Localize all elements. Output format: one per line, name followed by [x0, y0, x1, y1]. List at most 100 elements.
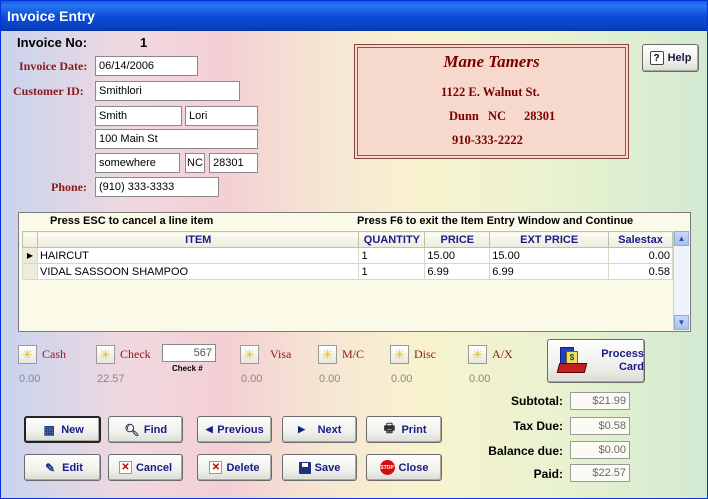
printer-icon: 🖶︎ [383, 421, 396, 435]
scroll-down-icon[interactable]: ▼ [674, 315, 689, 330]
subtotal-field: $21.99 [570, 392, 630, 410]
row-selector-header [22, 231, 38, 248]
table-header-row: ITEM QUANTITY PRICE EXT PRICE Salestax [22, 231, 673, 248]
invoice-date-field[interactable]: 06/14/2006 [95, 56, 198, 76]
shop-zip: 28301 [524, 109, 556, 123]
hint-f6: Press F6 to exit the Item Entry Window a… [357, 215, 634, 227]
cell-price[interactable]: 6.99 [424, 263, 491, 280]
mc-checkbox[interactable]: ✳ [318, 345, 337, 364]
ax-label: A/X [492, 347, 513, 361]
star-icon: ✳ [244, 346, 255, 362]
item-grid[interactable]: Press ESC to cancel a line item Press F6… [18, 212, 691, 332]
delete-label: Delete [226, 461, 260, 474]
table-row[interactable]: ▶ HAIRCUT 1 15.00 15.00 0.00 [22, 247, 673, 264]
help-button[interactable]: ? Help [642, 44, 699, 72]
check-number-label: Check # [172, 364, 203, 373]
cell-ext-price[interactable]: 6.99 [489, 263, 610, 280]
star-icon: ✳ [472, 346, 483, 362]
cash-checkbox[interactable]: ✳ [18, 345, 37, 364]
new-record-icon: ▦ [43, 422, 55, 437]
row-selector[interactable] [22, 263, 38, 280]
balance-due-label: Balance due: [488, 444, 563, 458]
cell-salestax[interactable]: 0.58 [608, 263, 673, 280]
print-button[interactable]: 🖶︎ Print [366, 416, 442, 443]
edit-button[interactable]: ✎ Edit [24, 454, 101, 481]
zip-field[interactable]: 28301 [209, 153, 258, 173]
star-icon: ✳ [22, 346, 33, 362]
save-label: Save [314, 461, 341, 474]
process-label: Process [601, 348, 644, 360]
column-header-quantity[interactable]: QUANTITY [358, 231, 426, 248]
shop-info-panel: Mane Tamers 1122 E. Walnut St. Dunn NC 2… [354, 44, 629, 159]
phone-field[interactable]: (910) 333-3333 [95, 177, 219, 197]
previous-label: Previous [217, 423, 264, 436]
star-icon: ✳ [394, 346, 405, 362]
mc-label: M/C [342, 347, 365, 361]
hint-escape: Press ESC to cancel a line item [50, 215, 214, 227]
save-icon [298, 461, 311, 474]
print-label: Print [401, 423, 427, 436]
first-name-field[interactable]: Lori [185, 106, 258, 126]
item-table[interactable]: ITEM QUANTITY PRICE EXT PRICE Salestax ▶… [22, 231, 673, 280]
column-header-item[interactable]: ITEM [36, 231, 360, 248]
cell-price[interactable]: 15.00 [424, 247, 491, 264]
paid-label: Paid: [533, 467, 563, 481]
delete-icon: ✕ [209, 461, 223, 474]
last-name-field[interactable]: Smith [95, 106, 182, 126]
balance-due-field: $0.00 [570, 441, 630, 459]
tax-due-label: Tax Due: [513, 419, 563, 433]
credit-card-icon: $ [556, 345, 588, 377]
state-field[interactable]: NC [185, 153, 205, 173]
disc-amount: 0.00 [391, 373, 413, 385]
visa-checkbox[interactable]: ✳ [240, 345, 259, 364]
ax-checkbox[interactable]: ✳ [468, 345, 487, 364]
close-button[interactable]: STOP Close [366, 454, 442, 481]
check-amount: 22.57 [97, 373, 125, 385]
mc-amount: 0.00 [319, 373, 341, 385]
previous-button[interactable]: ◀ Previous [197, 416, 272, 443]
disc-checkbox[interactable]: ✳ [390, 345, 409, 364]
window-title: Invoice Entry [1, 1, 707, 31]
cell-quantity[interactable]: 1 [358, 247, 426, 264]
grid-vertical-scrollbar[interactable]: ▲ ▼ [673, 231, 689, 330]
cell-quantity[interactable]: 1 [358, 263, 426, 280]
column-header-salestax[interactable]: Salestax [608, 231, 673, 248]
subtotal-label: Subtotal: [511, 394, 563, 408]
visa-label: Visa [270, 347, 292, 361]
find-button[interactable]: 🔍︎ Find [108, 416, 183, 443]
cancel-icon: ✕ [118, 461, 132, 474]
check-checkbox[interactable]: ✳ [96, 345, 115, 364]
save-button[interactable]: Save [282, 454, 357, 481]
table-row[interactable]: VIDAL SASSOON SHAMPOO 1 6.99 6.99 0.58 [22, 263, 673, 280]
cancel-button[interactable]: ✕ Cancel [108, 454, 183, 481]
visa-amount: 0.00 [241, 373, 263, 385]
arrow-right-icon: ▶ [298, 424, 306, 434]
arrow-left-icon: ◀ [205, 424, 213, 434]
scroll-up-icon[interactable]: ▲ [674, 231, 689, 246]
cash-label: Cash [42, 347, 66, 361]
new-label: New [61, 423, 84, 436]
check-number-field[interactable]: 567 [162, 344, 216, 362]
stop-icon: STOP [379, 460, 395, 475]
city-field[interactable]: somewhere [95, 153, 180, 173]
check-label: Check [120, 347, 151, 361]
cell-item[interactable]: VIDAL SASSOON SHAMPOO [36, 263, 360, 280]
star-icon: ✳ [100, 346, 111, 362]
customer-id-field[interactable]: Smithlori [95, 81, 240, 101]
find-label: Find [143, 423, 168, 436]
phone-label: Phone: [51, 180, 87, 194]
address-field[interactable]: 100 Main St [95, 129, 258, 149]
new-button[interactable]: ▦ New [24, 416, 101, 443]
cash-amount: 0.00 [19, 373, 41, 385]
next-button[interactable]: ▶ Next [282, 416, 357, 443]
cell-item[interactable]: HAIRCUT [36, 247, 360, 264]
next-label: Next [317, 423, 342, 436]
cell-ext-price[interactable]: 15.00 [489, 247, 610, 264]
ax-amount: 0.00 [469, 373, 491, 385]
cell-salestax[interactable]: 0.00 [608, 247, 673, 264]
delete-button[interactable]: ✕ Delete [197, 454, 272, 481]
column-header-price[interactable]: PRICE [424, 231, 491, 248]
column-header-ext-price[interactable]: EXT PRICE [489, 231, 610, 248]
edit-label: Edit [62, 461, 83, 474]
process-card-button[interactable]: $ Process Card [547, 339, 645, 383]
